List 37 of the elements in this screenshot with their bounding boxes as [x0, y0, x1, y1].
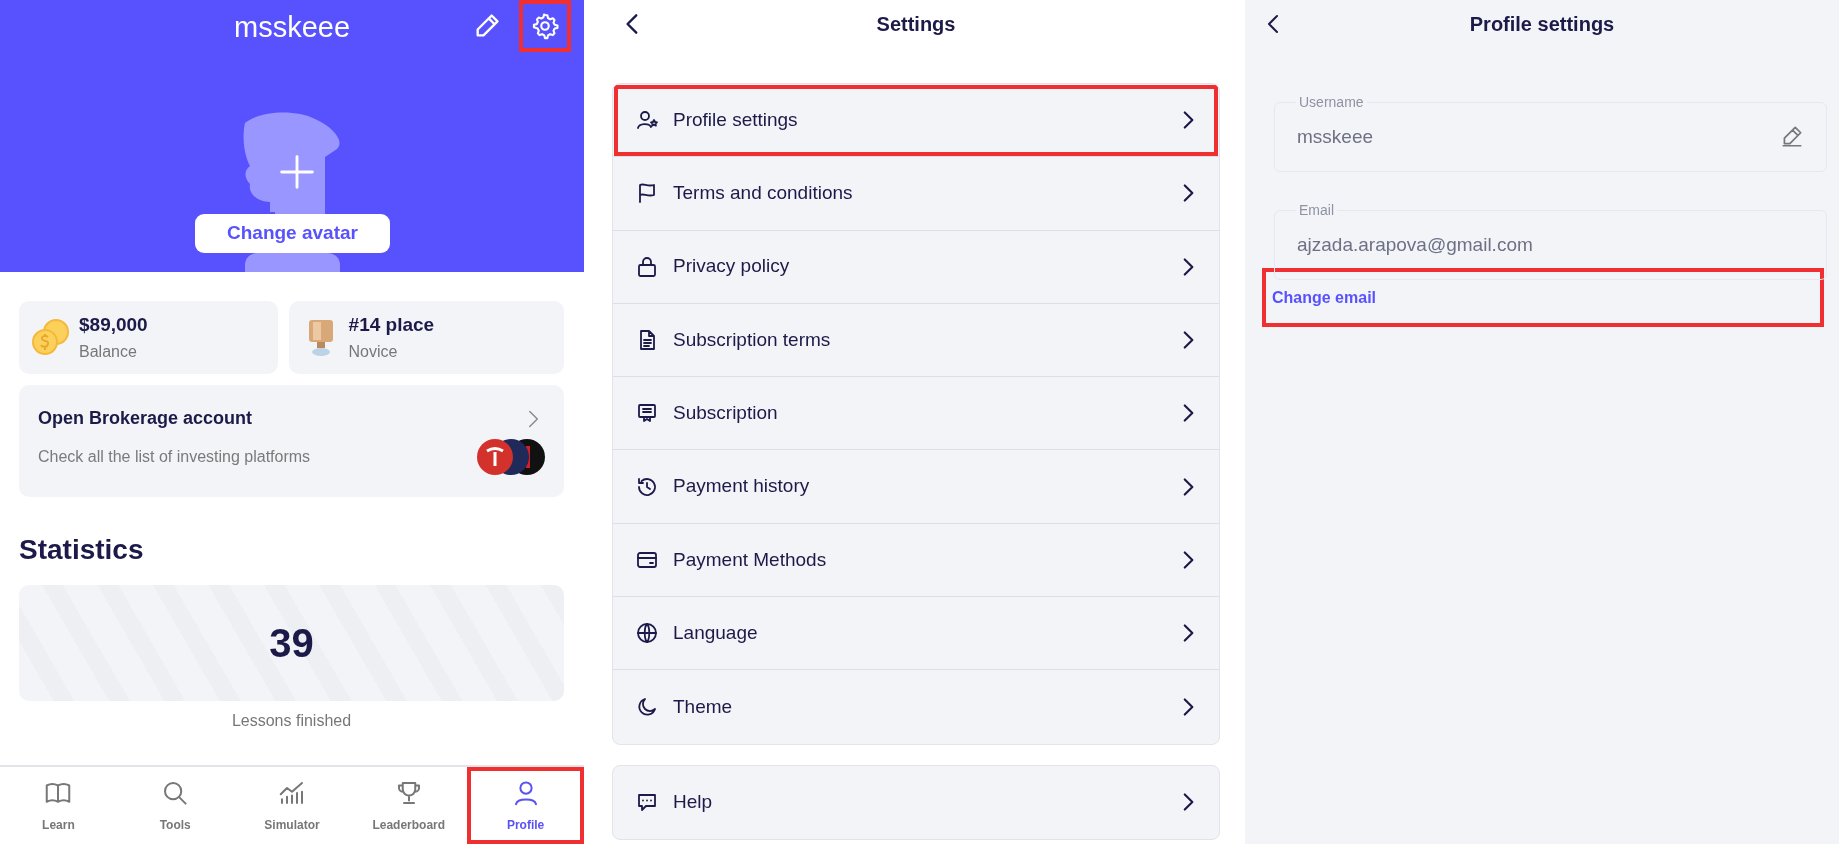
nav-tab[interactable]: Tools	[116, 767, 234, 844]
page-title: Settings	[876, 12, 956, 37]
settings-item[interactable]: Subscription terms	[613, 303, 1219, 378]
card-subtitle: Check all the list of investing platforms	[38, 447, 311, 467]
nav-tab[interactable]: Leaderboard	[350, 767, 468, 844]
statistic-label: Lessons finished	[230, 711, 353, 731]
settings-item[interactable]: Subscription	[613, 377, 1219, 451]
settings-item[interactable]: Payment history	[613, 450, 1219, 524]
page-title: Profile settings	[1469, 12, 1615, 37]
statistic-value: 39	[269, 620, 314, 667]
coins-icon	[31, 317, 71, 358]
settings-item[interactable]: Language	[613, 597, 1219, 671]
nav-tab[interactable]: Learn	[0, 767, 117, 844]
settings-item[interactable]: Terms and conditions	[613, 157, 1219, 231]
section-heading: Statistics	[19, 533, 145, 567]
nav-tab[interactable]: Simulator	[233, 767, 351, 844]
change-email-link[interactable]: Change email	[1262, 268, 1824, 327]
settings-item[interactable]: Privacy policy	[613, 230, 1219, 304]
partner-logos-icon	[476, 438, 546, 476]
globe-icon	[635, 621, 659, 646]
username-title: msskeee	[234, 10, 350, 45]
settings-item[interactable]: Profile settings	[613, 84, 1219, 158]
lock-icon	[635, 254, 659, 279]
stat-value: #14 place	[348, 313, 435, 338]
settings-icon	[531, 12, 559, 40]
settings-item[interactable]: Payment Methods	[613, 523, 1219, 598]
card-title: Open Brokerage account	[38, 407, 253, 430]
settings-item[interactable]: Help	[613, 765, 1219, 839]
stat-label: Novice	[348, 341, 399, 362]
moon-icon	[635, 695, 659, 719]
stat-value: $89,000	[79, 313, 148, 338]
brokerage-card[interactable]: Open Brokerage account Check all the list of investing platforms	[19, 385, 564, 497]
settings-button[interactable]	[519, 0, 571, 52]
stat-label: Balance	[79, 341, 138, 362]
nav-tab[interactable]: Profile	[467, 767, 584, 844]
settings-item[interactable]: Theme	[613, 670, 1219, 744]
change-avatar-button[interactable]: Change avatar	[195, 214, 390, 253]
